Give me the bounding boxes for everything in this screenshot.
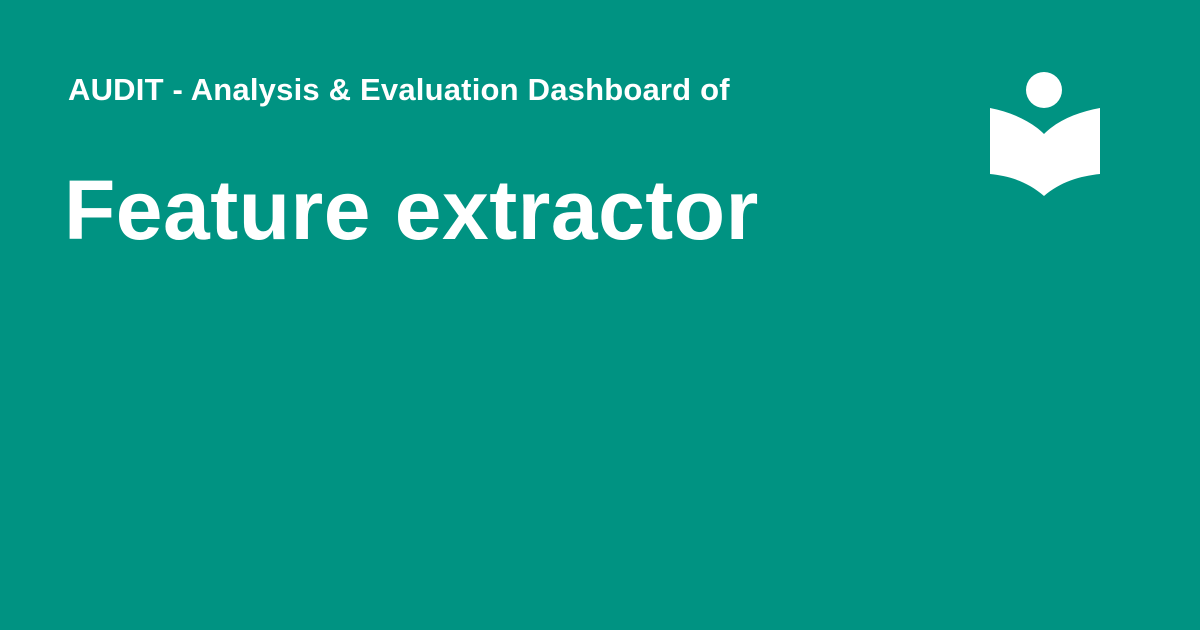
card-title: Feature extractor <box>64 163 759 257</box>
reader-book-icon <box>990 72 1100 196</box>
social-card: AUDIT - Analysis & Evaluation Dashboard … <box>0 0 1200 630</box>
card-subtitle: AUDIT - Analysis & Evaluation Dashboard … <box>68 72 730 107</box>
open-book-shape <box>990 108 1100 196</box>
reader-head-shape <box>1026 72 1062 108</box>
